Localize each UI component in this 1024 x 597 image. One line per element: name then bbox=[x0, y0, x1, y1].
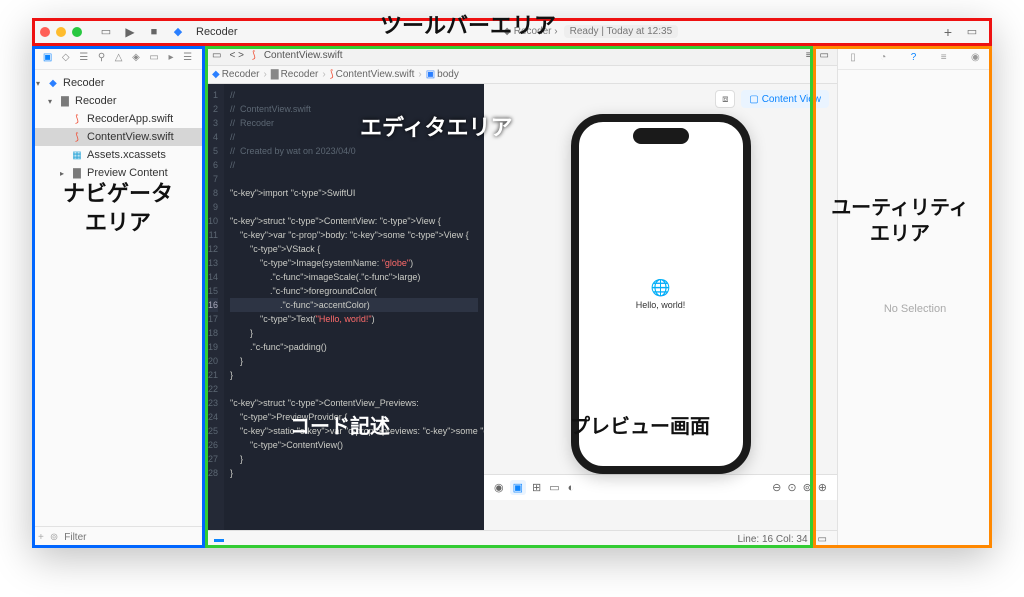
run-button[interactable]: ▶ bbox=[122, 24, 138, 40]
preview-selector[interactable]: ▢ Content View bbox=[741, 90, 829, 108]
navigator-area: ▣ ◇ ☰ ⚲ △ ◈ ▭ ▸ ☰ ▾◆Recoder ▾▇Recoder ⟆R… bbox=[32, 46, 204, 548]
file-inspector-tab[interactable]: ▯ bbox=[850, 52, 856, 63]
zoom-out-button[interactable]: ⊖ bbox=[772, 481, 781, 494]
nav-history-button[interactable]: < > bbox=[229, 50, 243, 61]
editor-tab-title[interactable]: ContentView.swift bbox=[264, 50, 343, 61]
breakpoints-tab[interactable]: ▸ bbox=[169, 52, 174, 63]
utility-area: ▯ ◔ ? ≡ ◉ No Selection bbox=[837, 46, 992, 548]
canvas-preview: ⧈ ▢ Content View 🌐 Hello, world! ◉ ▣ ⊞ bbox=[484, 84, 837, 530]
library-button[interactable]: ▭ bbox=[964, 24, 980, 40]
scheme-title[interactable]: Recoder bbox=[196, 26, 238, 38]
inspector-tabs: ▯ ◔ ? ≡ ◉ bbox=[838, 46, 992, 70]
debug-tab[interactable]: ▭ bbox=[149, 52, 158, 63]
bookmarks-tab[interactable]: ☰ bbox=[79, 52, 88, 63]
device-frame: 🌐 Hello, world! bbox=[571, 114, 751, 474]
issues-tab[interactable]: △ bbox=[115, 52, 123, 63]
preview-pin-button[interactable]: ◐ bbox=[568, 482, 575, 494]
tree-file-assets[interactable]: ▦Assets.xcassets bbox=[32, 146, 203, 164]
app-icon: ◆ bbox=[170, 24, 186, 40]
dynamic-island bbox=[633, 128, 689, 144]
editor-tabbar: ▭ < > ⟆ ContentView.swift ≡ ▭ bbox=[204, 46, 837, 66]
add-file-button[interactable]: + bbox=[38, 532, 44, 543]
history-inspector-tab[interactable]: ◔ bbox=[880, 52, 886, 63]
filter-icon: ⊚ bbox=[50, 532, 58, 543]
sidebar-toggle-icon[interactable]: ▭ bbox=[98, 24, 114, 40]
tree-project[interactable]: ▾◆Recoder bbox=[32, 74, 203, 92]
globe-icon: 🌐 bbox=[651, 278, 671, 298]
maximize-button[interactable] bbox=[72, 27, 82, 37]
no-selection-label: No Selection bbox=[884, 303, 946, 315]
navigator-tabs: ▣ ◇ ☰ ⚲ △ ◈ ▭ ▸ ☰ bbox=[32, 46, 203, 70]
main-area: ▣ ◇ ☰ ⚲ △ ◈ ▭ ▸ ☰ ▾◆Recoder ▾▇Recoder ⟆R… bbox=[32, 46, 992, 548]
editor-split: 1234567891011121314151617181920212223242… bbox=[204, 84, 837, 530]
swift-file-icon: ⟆ bbox=[252, 50, 256, 61]
tree-target[interactable]: ▾▇Recoder bbox=[32, 92, 203, 110]
traffic-lights bbox=[40, 27, 82, 37]
filter-input[interactable] bbox=[64, 532, 196, 543]
tests-tab[interactable]: ◈ bbox=[132, 52, 140, 63]
tab-indicator[interactable]: ◆ Recoder › bbox=[503, 26, 557, 37]
close-button[interactable] bbox=[40, 27, 50, 37]
selectable-button[interactable]: ▣ bbox=[510, 480, 526, 495]
find-tab[interactable]: ⚲ bbox=[98, 52, 105, 63]
tree-folder-preview[interactable]: ▸▇Preview Content bbox=[32, 164, 203, 182]
attributes-inspector-tab[interactable]: ≡ bbox=[941, 52, 947, 63]
toolbar: ▭ ▶ ■ ◆ Recoder ◆ Recoder › Ready | Toda… bbox=[32, 18, 992, 46]
tree-file-app[interactable]: ⟆RecoderApp.swift bbox=[32, 110, 203, 128]
xcode-window: ▭ ▶ ■ ◆ Recoder ◆ Recoder › Ready | Toda… bbox=[32, 18, 992, 548]
cursor-position: Line: 16 Col: 34 bbox=[737, 534, 807, 545]
preview-text: Hello, world! bbox=[636, 300, 686, 310]
project-tree: ▾◆Recoder ▾▇Recoder ⟆RecoderApp.swift ⟆C… bbox=[32, 70, 203, 526]
inspector-body: No Selection bbox=[838, 70, 992, 548]
status-indicator-icon[interactable]: ▬ bbox=[214, 534, 224, 545]
live-button[interactable]: ◉ bbox=[494, 481, 504, 494]
code-editor[interactable]: 1234567891011121314151617181920212223242… bbox=[204, 84, 484, 530]
editor-area: ▭ < > ⟆ ContentView.swift ≡ ▭ ◆Recoder› … bbox=[204, 46, 837, 548]
status-text: Ready | Today at 12:35 bbox=[564, 25, 679, 38]
zoom-actual-button[interactable]: ⊚ bbox=[803, 481, 812, 494]
help-inspector-tab[interactable]: ? bbox=[911, 52, 917, 63]
accessibility-tab[interactable]: ◉ bbox=[971, 52, 980, 63]
variants-button[interactable]: ⊞ bbox=[532, 481, 541, 494]
canvas-toolbar: ◉ ▣ ⊞ ▭ ◐ ⊖ ⊙ ⊚ ⊕ bbox=[484, 474, 837, 500]
minimize-button[interactable] bbox=[56, 27, 66, 37]
debug-area-toggle[interactable]: ▭ bbox=[818, 534, 827, 545]
editor-options-button[interactable]: ≡ bbox=[806, 50, 812, 61]
add-tab-button[interactable]: + bbox=[944, 24, 952, 40]
adjust-editor-button[interactable]: ▭ bbox=[820, 50, 829, 61]
editor-statusbar: ▬ Line: 16 Col: 34 ▭ bbox=[204, 530, 837, 548]
zoom-fit-button[interactable]: ⊙ bbox=[787, 481, 796, 494]
zoom-in-button[interactable]: ⊕ bbox=[818, 481, 827, 494]
reports-tab[interactable]: ☰ bbox=[183, 52, 192, 63]
stop-button[interactable]: ■ bbox=[146, 24, 162, 40]
project-nav-tab[interactable]: ▣ bbox=[43, 52, 52, 63]
device-settings-button[interactable]: ▭ bbox=[549, 481, 559, 494]
activity-viewer: ◆ Recoder › Ready | Today at 12:35 bbox=[238, 25, 944, 38]
nav-back-button[interactable]: ▭ bbox=[212, 50, 221, 61]
jump-bar[interactable]: ◆Recoder› ▇Recoder› ⟆ContentView.swift› … bbox=[204, 66, 837, 84]
pin-preview-button[interactable]: ⧈ bbox=[715, 90, 735, 108]
tree-file-contentview[interactable]: ⟆ContentView.swift bbox=[32, 128, 203, 146]
navigator-filter: + ⊚ ◐ ▭ bbox=[32, 526, 203, 548]
source-control-tab[interactable]: ◇ bbox=[62, 52, 70, 63]
